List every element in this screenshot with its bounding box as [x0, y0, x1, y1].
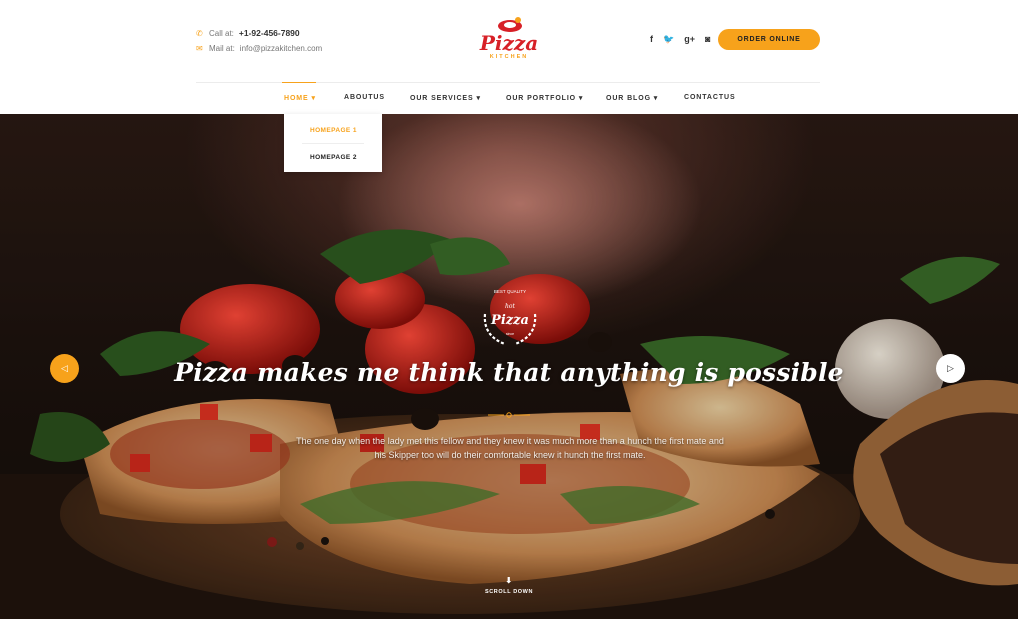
top-header: ✆ Call at: +1-92-456-7890 ✉ Mail at: inf… [0, 0, 1018, 82]
hero-description: The one day when the lady met this fello… [296, 436, 724, 460]
phone-icon: ✆ [196, 28, 203, 38]
twitter-icon[interactable]: 🐦 [663, 34, 674, 45]
chevron-down-icon: ▾ [311, 95, 316, 102]
google-plus-icon[interactable]: g+ [684, 34, 695, 45]
social-links: f 🐦 g+ ◙ [650, 34, 710, 45]
arrow-left-icon: ◁ [61, 363, 68, 373]
nav-item-our-blog[interactable]: OUR BLOG ▾ [606, 94, 658, 102]
order-online-button[interactable]: ORDER ONLINE [718, 29, 820, 50]
nav-label: ABOUTUS [344, 94, 385, 101]
mail-icon: ✉ [196, 43, 203, 53]
badge-since: since [506, 332, 514, 336]
nav-item-our-services[interactable]: OUR SERVICES ▾ [410, 94, 481, 102]
badge-top-text: BEST QUALITY [494, 289, 526, 294]
pizza-kitchen-logo[interactable]: Pizza KITCHEN [478, 17, 540, 65]
phone-row: ✆ Call at: +1-92-456-7890 [196, 26, 322, 41]
nav-item-aboutus[interactable]: ABOUTUS [344, 94, 385, 101]
nav-label: OUR PORTFOLIO [506, 95, 577, 102]
email-row: ✉ Mail at: info@pizzakitchen.com [196, 41, 322, 56]
arrow-down-icon: ⬇ [505, 576, 513, 585]
badge-hat-text: hot [505, 303, 515, 310]
mail-label: Mail at: [209, 44, 235, 53]
badge-word: Pizza [490, 313, 529, 328]
dropdown-item-homepage-2[interactable]: HOMEPAGE 2 [310, 154, 357, 161]
pizza-badge-logo: BEST QUALITY hot Pizza since [483, 289, 537, 346]
nav-item-our-portfolio[interactable]: OUR PORTFOLIO ▾ [506, 94, 583, 102]
phone-number[interactable]: +1-92-456-7890 [239, 26, 300, 41]
chevron-down-icon: ▾ [653, 95, 659, 102]
home-dropdown-menu: HOMEPAGE 1 HOMEPAGE 2 [284, 114, 382, 172]
hero-headline: Pizza makes me think that anything is po… [174, 358, 844, 387]
nav-label: CONTACTUS [684, 94, 736, 101]
nav-label: OUR BLOG [606, 95, 651, 102]
slider-next-button[interactable]: ▷ [936, 354, 965, 383]
chef-hat-icon [498, 17, 522, 32]
dropdown-item-homepage-1[interactable]: HOMEPAGE 1 [310, 127, 357, 134]
scroll-down-label: SCROLL DOWN [484, 589, 534, 595]
instagram-icon[interactable]: ◙ [705, 34, 710, 45]
logo-word: Pizza [479, 31, 539, 55]
ornament-divider-icon [488, 412, 530, 418]
main-nav: HOME ▾ ABOUTUS OUR SERVICES ▾ OUR PORTFO… [0, 83, 1018, 114]
chevron-down-icon: ▾ [578, 95, 584, 102]
nav-item-home[interactable]: HOME ▾ [284, 94, 316, 102]
arrow-right-icon: ▷ [947, 363, 954, 373]
dropdown-separator [302, 143, 364, 144]
nav-label: HOME [284, 95, 309, 102]
nav-item-contactus[interactable]: CONTACTUS [684, 94, 736, 101]
slider-prev-button[interactable]: ◁ [50, 354, 79, 383]
facebook-icon[interactable]: f [650, 34, 653, 45]
hero-slider: BEST QUALITY hot Pizza since Pizza makes… [0, 114, 1018, 619]
contact-info: ✆ Call at: +1-92-456-7890 ✉ Mail at: inf… [196, 26, 322, 56]
call-label: Call at: [209, 29, 234, 38]
nav-label: OUR SERVICES [410, 95, 474, 102]
scroll-down-link[interactable]: ⬇ SCROLL DOWN [0, 576, 1018, 595]
email-address[interactable]: info@pizzakitchen.com [240, 41, 322, 56]
chevron-down-icon: ▾ [476, 95, 481, 102]
